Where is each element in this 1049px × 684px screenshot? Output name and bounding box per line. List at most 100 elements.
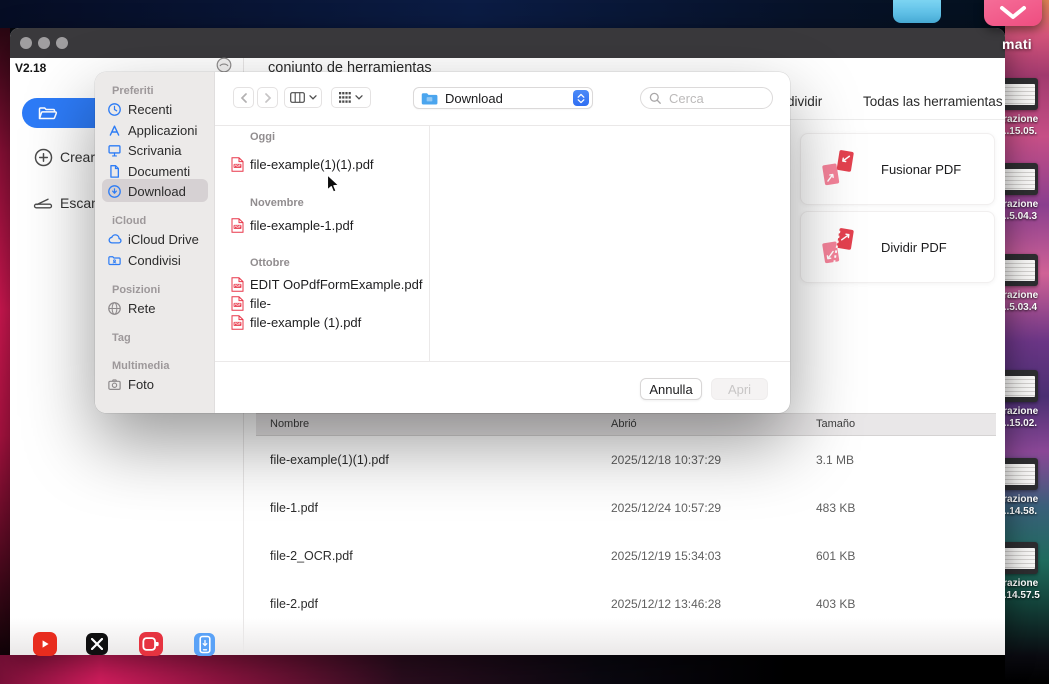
- cancel-button[interactable]: Annulla: [640, 378, 702, 400]
- file-row[interactable]: PDF file-example-1.pdf: [231, 216, 353, 235]
- view-mode-button[interactable]: [284, 87, 322, 108]
- camera-icon: [108, 378, 121, 390]
- sidebar-item-downloads[interactable]: Download: [107, 181, 186, 201]
- split-pdf-card[interactable]: Dividir PDF: [800, 211, 995, 283]
- chevron-down-icon: [1000, 6, 1026, 19]
- sidebar-section-locations: Posizioni: [112, 284, 161, 296]
- desktop-wallpaper-left: [0, 28, 10, 655]
- columns-view-icon: [289, 92, 305, 103]
- file-row[interactable]: PDF file-: [231, 294, 271, 313]
- video-overlay-text: mati: [1002, 36, 1032, 52]
- sidebar-section-tags: Tag: [112, 332, 131, 344]
- desktop-file-thumbnail[interactable]: [1000, 370, 1038, 402]
- col-opened[interactable]: Abrió: [611, 418, 637, 430]
- document-icon: [110, 164, 119, 178]
- pdf-file-icon: PDF: [231, 296, 244, 311]
- file-row[interactable]: PDF EDIT OoPdfFormExample.pdf: [231, 275, 422, 294]
- clock-icon: [108, 102, 121, 116]
- nav-tab-divide[interactable]: dividir: [787, 94, 822, 109]
- mouse-cursor: [326, 174, 341, 195]
- app-version: V2.18: [15, 61, 47, 75]
- merge-pdf-label: Fusionar PDF: [881, 161, 962, 177]
- downloads-folder-icon: [421, 92, 438, 104]
- desktop-wallpaper-bottom: [0, 655, 1005, 684]
- merge-pdf-card[interactable]: Fusionar PDF: [800, 133, 995, 205]
- file-row[interactable]: PDF file-example(1)(1).pdf: [231, 155, 374, 174]
- pdf-file-icon: PDF: [231, 218, 244, 233]
- list-bottom-separator: [215, 361, 790, 362]
- open-folder-icon: [38, 106, 58, 119]
- location-label: Download: [445, 90, 503, 106]
- search-icon: [649, 92, 661, 104]
- forward-button[interactable]: [257, 87, 278, 108]
- sidebar-section-favorites: Preferiti: [112, 85, 154, 97]
- svg-text:PDF: PDF: [234, 322, 240, 326]
- svg-text:PDF: PDF: [234, 164, 240, 168]
- dropdown-stepper-icon: [573, 90, 589, 106]
- svg-text:PDF: PDF: [234, 303, 240, 307]
- download-icon: [108, 184, 121, 198]
- window-close-button[interactable]: [20, 37, 32, 49]
- toolbar-badge-icon[interactable]: [215, 57, 233, 73]
- group-header-october: Ottobre: [250, 257, 290, 269]
- youtube-icon[interactable]: [33, 632, 57, 656]
- create-label[interactable]: Crear: [60, 149, 95, 165]
- table-row[interactable]: file-1.pdf 2025/12/24 10:57:29 483 KB: [256, 485, 996, 533]
- open-button[interactable]: Apri: [711, 378, 768, 400]
- scan-button[interactable]: [33, 195, 53, 210]
- chevron-down-icon: [355, 95, 363, 100]
- col-size[interactable]: Tamaño: [816, 418, 855, 430]
- nav-tab-all-tools[interactable]: Todas las herramientas: [863, 94, 1003, 109]
- search-input[interactable]: [667, 89, 763, 107]
- desktop-file-thumbnail[interactable]: [1000, 163, 1038, 195]
- window-zoom-button[interactable]: [56, 37, 68, 49]
- location-dropdown[interactable]: Download: [413, 87, 593, 109]
- nav-arrows: [233, 87, 278, 108]
- sidebar-item-documents[interactable]: Documenti: [107, 161, 190, 181]
- file-row[interactable]: PDF file-example (1).pdf: [231, 313, 361, 332]
- create-pdf-button[interactable]: [34, 148, 53, 167]
- sidebar-item-icloud-drive[interactable]: iCloud Drive: [107, 229, 199, 249]
- desktop-file-thumbnail[interactable]: [1000, 254, 1038, 286]
- scanner-icon: [33, 198, 53, 209]
- shared-folder-icon: [108, 255, 121, 265]
- sidebar-section-icloud: iCloud: [112, 215, 147, 227]
- svg-text:PDF: PDF: [234, 284, 240, 288]
- merge-pdf-icon: [822, 150, 854, 186]
- toolbar-separator: [215, 125, 790, 126]
- split-pdf-label: Dividir PDF: [881, 239, 947, 255]
- col-name[interactable]: Nombre: [270, 418, 309, 430]
- table-header: Nombre Abrió Tamaño: [256, 413, 996, 436]
- desktop-wallpaper-top: [0, 0, 1049, 28]
- desktop-file-thumbnail[interactable]: [1000, 78, 1038, 110]
- titlebar[interactable]: [10, 28, 1005, 58]
- sidebar-item-desktop[interactable]: Scrivania: [107, 140, 181, 160]
- pdf-file-icon: PDF: [231, 277, 244, 292]
- chevron-down-icon: [308, 95, 317, 100]
- mobile-app-icon[interactable]: [194, 633, 215, 656]
- sidebar-item-recents[interactable]: Recenti: [107, 99, 172, 119]
- x-icon[interactable]: [86, 633, 108, 655]
- column-divider[interactable]: [429, 126, 430, 361]
- group-by-button[interactable]: [331, 87, 371, 108]
- plus-circle-icon: [34, 148, 53, 167]
- network-icon: [108, 301, 121, 315]
- desktop-file-thumbnail[interactable]: [1000, 458, 1038, 490]
- open-file-dialog: Preferiti Recenti Applicazioni Scrivania…: [95, 72, 790, 413]
- desktop-icon: [108, 144, 121, 157]
- desktop-file-thumbnail[interactable]: [1000, 542, 1038, 574]
- table-row[interactable]: file-2_OCR.pdf 2025/12/19 15:34:03 601 K…: [256, 533, 996, 581]
- sidebar-item-shared[interactable]: Condivisi: [107, 250, 181, 270]
- sidebar-item-photos[interactable]: Foto: [107, 374, 154, 394]
- split-pdf-icon: [822, 228, 854, 264]
- video-overlay-pink-card: [984, 0, 1042, 26]
- grid-icon: [339, 92, 351, 103]
- sidebar-item-network[interactable]: Rete: [107, 298, 155, 318]
- window-minimize-button[interactable]: [38, 37, 50, 49]
- table-row[interactable]: file-example(1)(1).pdf 2025/12/18 10:37:…: [256, 437, 996, 485]
- app-store-red-icon[interactable]: [139, 632, 163, 656]
- back-button[interactable]: [233, 87, 254, 108]
- sidebar-item-applications[interactable]: Applicazioni: [107, 120, 197, 140]
- scan-label[interactable]: Escan: [60, 195, 99, 211]
- search-field[interactable]: [640, 87, 773, 109]
